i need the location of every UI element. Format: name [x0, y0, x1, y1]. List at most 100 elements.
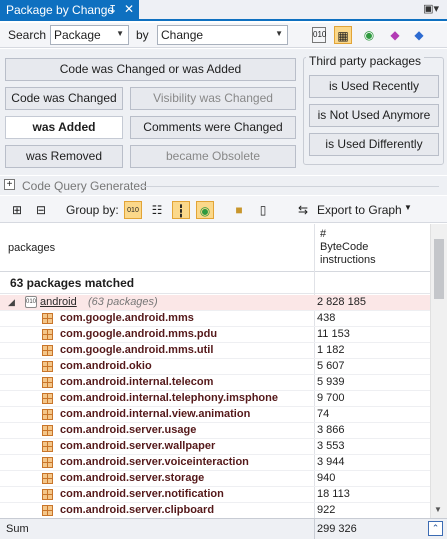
- package-icon: [42, 377, 53, 388]
- package-name[interactable]: com.android.server.voiceinteraction: [60, 456, 249, 468]
- package-name[interactable]: com.android.server.clipboard: [60, 504, 214, 516]
- table-row[interactable]: com.android.server.voiceinteraction 3 944: [0, 455, 430, 471]
- sum-value: 299 326: [317, 523, 357, 535]
- package-name[interactable]: com.android.internal.telecom: [60, 376, 213, 388]
- collapse-up-icon[interactable]: ⌃: [428, 521, 443, 536]
- code-query-generated-bar: + Code Query Generated: [0, 176, 447, 195]
- not-used-anymore-button[interactable]: is Not Used Anymore: [309, 104, 439, 127]
- group-namespace-icon[interactable]: ☷: [148, 201, 166, 219]
- code-changed-button[interactable]: Code was Changed: [5, 87, 123, 110]
- used-differently-button[interactable]: is Used Differently: [309, 133, 439, 156]
- third-party-label: Third party packages: [306, 54, 425, 68]
- was-removed-button[interactable]: was Removed: [5, 145, 123, 168]
- package-name[interactable]: com.android.server.storage: [60, 472, 204, 484]
- table-row[interactable]: com.android.server.clipboard 922: [0, 503, 430, 518]
- root-value: 2 828 185: [317, 296, 366, 308]
- package-value: 3 944: [317, 456, 345, 468]
- comments-changed-button[interactable]: Comments were Changed: [130, 116, 296, 139]
- package-name[interactable]: com.android.server.notification: [60, 488, 224, 500]
- table-row[interactable]: com.android.server.usage 3 866: [0, 423, 430, 439]
- visibility-changed-button[interactable]: Visibility was Changed: [130, 87, 296, 110]
- window-menu-icon[interactable]: ▣▾: [423, 2, 439, 15]
- used-recently-button[interactable]: is Used Recently: [309, 75, 439, 98]
- method-icon[interactable]: ◆: [386, 26, 404, 44]
- type-icon[interactable]: ◉: [360, 26, 378, 44]
- group-type-icon[interactable]: ┇: [172, 201, 190, 219]
- search-by-select[interactable]: Change ▼: [157, 25, 288, 45]
- table-row[interactable]: com.android.server.storage 940: [0, 471, 430, 487]
- package-icon: [42, 473, 53, 484]
- by-label: by: [136, 28, 149, 42]
- package-name[interactable]: com.google.android.mms.pdu: [60, 328, 217, 340]
- package-icon: [42, 345, 53, 356]
- package-icon: [42, 361, 53, 372]
- chevron-down-icon: ▼: [275, 29, 283, 38]
- expand-all-icon[interactable]: ⊞: [8, 201, 26, 219]
- search-type-select[interactable]: Package ▼: [50, 25, 129, 45]
- table-row[interactable]: com.android.internal.view.animation 74: [0, 407, 430, 423]
- export-to-graph-button[interactable]: Export to Graph: [317, 203, 402, 217]
- package-value: 5 939: [317, 376, 345, 388]
- file-icon[interactable]: ▯: [254, 201, 272, 219]
- package-value: 438: [317, 312, 336, 324]
- package-name[interactable]: com.android.internal.view.animation: [60, 408, 250, 420]
- root-count: (63 packages): [88, 296, 158, 308]
- sum-label: Sum: [6, 523, 29, 535]
- search-label: Search: [8, 28, 47, 42]
- table-row[interactable]: com.android.internal.telecom 5 939: [0, 375, 430, 391]
- package-icon: [42, 393, 53, 404]
- vertical-scrollbar[interactable]: ▼: [430, 224, 447, 518]
- column-separator: [314, 519, 315, 539]
- scroll-down-icon[interactable]: ▼: [434, 505, 442, 514]
- table-row[interactable]: com.android.server.wallpaper 3 553: [0, 439, 430, 455]
- matched-count-row: 63 packages matched: [0, 272, 430, 294]
- assembly-icon[interactable]: 010: [312, 27, 326, 43]
- scrollbar-thumb[interactable]: [434, 239, 444, 299]
- collapse-all-icon[interactable]: ⊟: [32, 201, 50, 219]
- chevron-down-icon[interactable]: ▼: [404, 203, 412, 212]
- table-row[interactable]: com.google.android.mms 438: [0, 311, 430, 327]
- package-icon: [42, 313, 53, 324]
- collapse-icon[interactable]: ◢: [8, 297, 15, 308]
- became-obsolete-button[interactable]: became Obsolete: [130, 145, 296, 168]
- table-row[interactable]: com.android.internal.telephony.imsphone 9…: [0, 391, 430, 407]
- package-name[interactable]: com.google.android.mms.util: [60, 344, 213, 356]
- pin-icon[interactable]: ↧: [108, 3, 117, 16]
- table-row[interactable]: com.google.android.mms.pdu 11 153: [0, 327, 430, 343]
- search-type-value: Package: [54, 28, 101, 42]
- package-value: 18 113: [317, 488, 350, 500]
- query-panel: Code was Changed or was Added Code was C…: [0, 49, 447, 175]
- folder-icon[interactable]: ■: [230, 201, 248, 219]
- package-name[interactable]: com.android.server.wallpaper: [60, 440, 215, 452]
- package-name[interactable]: com.google.android.mms: [60, 312, 194, 324]
- package-icon: [42, 441, 53, 452]
- close-icon[interactable]: ✕: [124, 2, 134, 16]
- package-icon: [42, 489, 53, 500]
- divider: [140, 186, 439, 187]
- field-icon[interactable]: ◆: [410, 26, 428, 44]
- code-changed-or-added-button[interactable]: Code was Changed or was Added: [5, 58, 296, 81]
- package-name[interactable]: com.android.internal.telephony.imsphone: [60, 392, 278, 404]
- package-icon[interactable]: ▦: [334, 26, 352, 44]
- column-header-packages[interactable]: packages: [8, 242, 55, 254]
- group-by-toolbar: ⊞ ⊟ Group by: 010 ☷ ┇ ◉ ■ ▯ ⇆ Export to …: [0, 196, 447, 223]
- package-name[interactable]: com.android.okio: [60, 360, 152, 372]
- assembly-icon: 010: [25, 296, 37, 308]
- column-header-bytecode[interactable]: # ByteCode instructions: [320, 228, 376, 267]
- table-row-root[interactable]: ◢ 010 android (63 packages) 2 828 185: [0, 295, 430, 311]
- root-name[interactable]: android: [40, 296, 77, 308]
- package-value: 5 607: [317, 360, 345, 372]
- table-row[interactable]: com.android.server.notification 18 113: [0, 487, 430, 503]
- chevron-down-icon: ▼: [116, 29, 124, 38]
- table-row[interactable]: com.google.android.mms.util 1 182: [0, 343, 430, 359]
- package-name[interactable]: com.android.server.usage: [60, 424, 196, 436]
- graph-icon[interactable]: ⇆: [294, 201, 312, 219]
- table-row[interactable]: com.android.okio 5 607: [0, 359, 430, 375]
- expand-icon[interactable]: +: [4, 179, 15, 190]
- was-added-button[interactable]: was Added: [5, 116, 123, 139]
- group-assembly-icon[interactable]: 010: [124, 201, 142, 219]
- tab-package-by-change[interactable]: Package by Change ↧ ✕: [0, 0, 139, 21]
- package-value: 940: [317, 472, 336, 484]
- search-by-value: Change: [161, 28, 204, 42]
- group-method-icon[interactable]: ◉: [196, 201, 214, 219]
